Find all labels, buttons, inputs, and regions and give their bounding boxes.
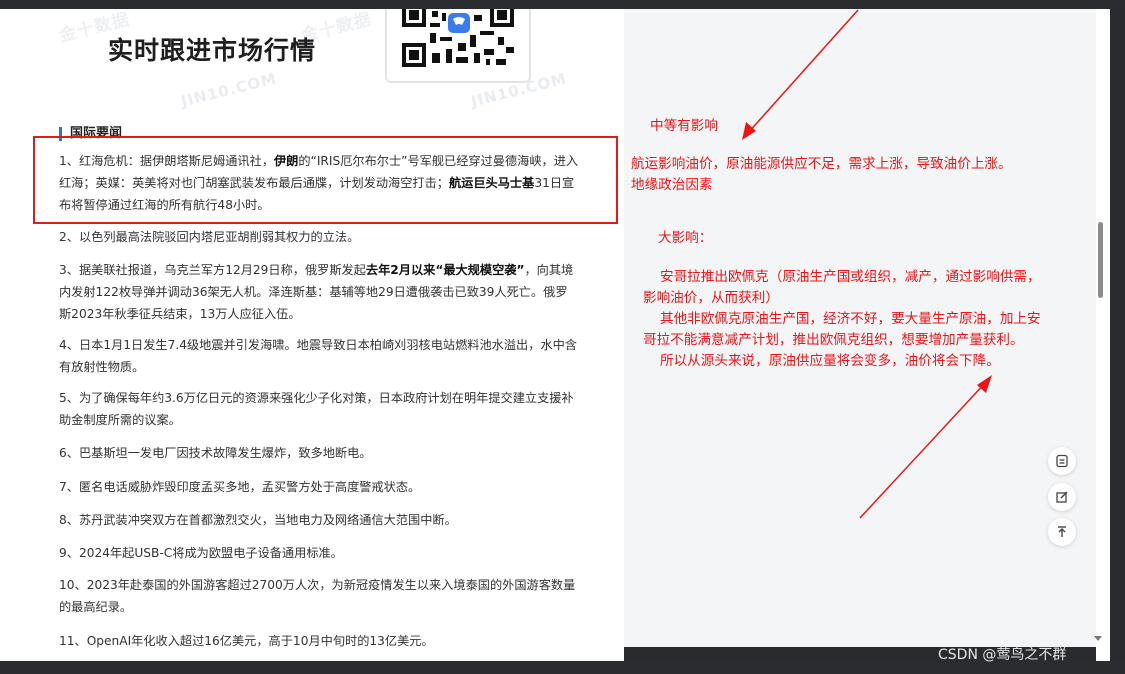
watermark-text: JIN10.COM — [179, 69, 279, 111]
large-impact-line: 哥拉不能满意减产计划，推出欧佩克组织，想要增加产量获利。 — [643, 332, 1024, 348]
share-card-icon — [1056, 454, 1068, 468]
qr-code-card — [385, 9, 531, 83]
news-item: 5、为了确保每年约3.6万亿日元的资源来强化少子化对策，日本政府计划在明年提交建… — [59, 391, 574, 427]
medium-impact-title: 中等有影响 — [650, 118, 718, 134]
large-impact-line: 所以从源头来说，原油供应量将会变多，油价将会下降。 — [660, 353, 1000, 369]
scrollbar-track[interactable] — [1096, 9, 1110, 661]
share-card-button[interactable] — [1048, 447, 1076, 475]
news-item: 10、2023年赴泰国的外国游客超过2700万人次，为新冠疫情发生以来入境泰国的… — [59, 578, 576, 614]
news-item: 6、巴基斯坦一发电厂因技术故障发生爆炸，致多地断电。 — [59, 446, 372, 460]
top-bar — [0, 0, 1125, 9]
csdn-watermark: CSDN @莺鸟之不群 — [938, 647, 1067, 663]
news-item: 7、匿名电话威胁炸毁印度孟买多地，孟买警方处于高度警戒状态。 — [59, 480, 421, 494]
scrollbar-thumb[interactable] — [1098, 222, 1103, 298]
edit-button[interactable] — [1048, 483, 1076, 511]
highlight-box — [33, 136, 618, 224]
large-impact-line: 影响油价，从而获利） — [643, 290, 779, 306]
large-impact-title: 大影响： — [658, 230, 713, 246]
edit-icon — [1056, 491, 1068, 503]
qr-code-icon — [400, 9, 516, 69]
news-item: 8、苏丹武装冲突双方在首都激烈交火，当地电力及网络通信大范围中断。 — [59, 513, 457, 527]
scroll-down-icon[interactable] — [1094, 636, 1102, 641]
medium-impact-line: 航运影响油价，原油能源供应不足，需求上涨，导致油价上涨。 — [631, 156, 1012, 172]
news-item: 4、日本1月1日发生7.4级地震并引发海啸。地震导致日本柏崎刈羽核电站燃料池水溢… — [59, 338, 577, 374]
news-article-panel: 金十数据 JIN10.COM JIN10.COM 金十数据 实时跟进市场行情 国… — [0, 9, 624, 661]
large-impact-line: 其他非欧佩克原油生产国，经济不好，要大量生产原油，加上安 — [660, 311, 1041, 327]
back-to-top-icon — [1058, 526, 1066, 537]
news-item: 3、据美联社报道，乌克兰军方12月29日称，俄罗斯发起去年2月以来“最大规模空袭… — [59, 263, 574, 321]
back-to-top-button[interactable] — [1048, 518, 1076, 546]
banner-title: 实时跟进市场行情 — [108, 36, 317, 65]
large-impact-line: 安哥拉推出欧佩克（原油生产国或组织，减产，通过影响供需， — [660, 269, 1041, 285]
news-item: 2、以色列最高法院驳回内塔尼亚胡削弱其权力的立法。 — [59, 230, 360, 244]
medium-impact-line: 地缘政治因素 — [631, 177, 713, 193]
news-item: 9、2024年起USB-C将成为欧盟电子设备通用标准。 — [59, 546, 343, 560]
news-item: 11、OpenAI年化收入超过16亿美元，高于10月中旬时的13亿美元。 — [59, 634, 434, 648]
